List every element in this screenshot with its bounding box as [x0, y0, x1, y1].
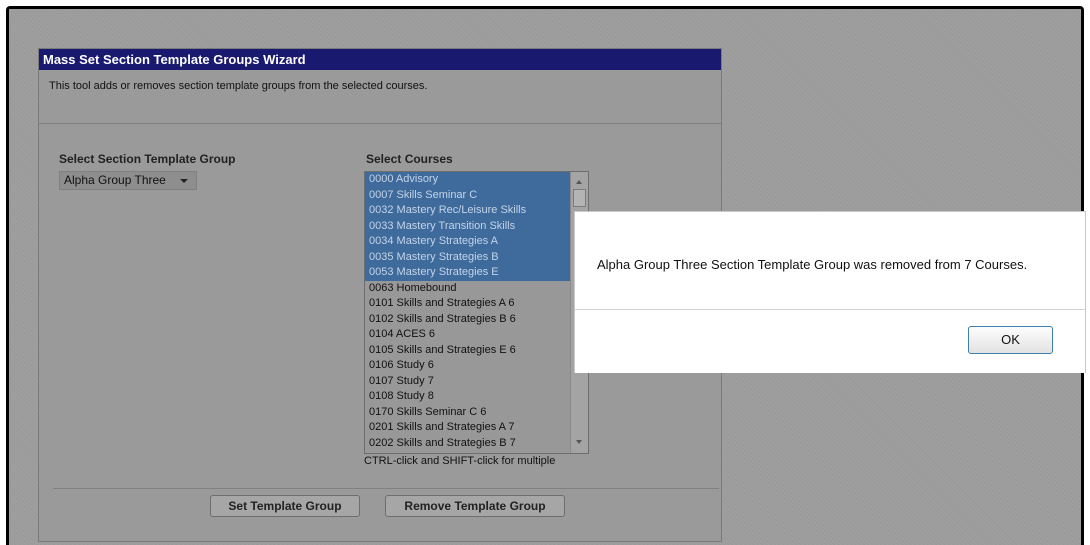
course-option[interactable]: 0104 ACES 6	[365, 327, 572, 343]
course-option[interactable]: 0000 Advisory	[365, 172, 572, 188]
confirmation-dialog: Alpha Group Three Section Template Group…	[574, 211, 1086, 373]
wizard-title: Mass Set Section Template Groups Wizard	[39, 49, 721, 70]
template-group-label: Select Section Template Group	[59, 152, 236, 166]
course-option[interactable]: 0107 Study 7	[365, 374, 572, 390]
course-option[interactable]: 0102 Skills and Strategies B 6	[365, 312, 572, 328]
scroll-up-icon[interactable]	[576, 180, 582, 184]
dialog-footer: OK	[575, 310, 1085, 373]
course-option[interactable]: 0170 Skills Seminar C 6	[365, 405, 572, 421]
template-group-value: Alpha Group Three	[64, 173, 166, 187]
scroll-down-icon[interactable]	[576, 440, 582, 444]
ok-button[interactable]: OK	[968, 326, 1053, 354]
set-template-group-button[interactable]: Set Template Group	[210, 495, 360, 517]
dialog-message: Alpha Group Three Section Template Group…	[575, 212, 1085, 310]
template-group-select[interactable]: Alpha Group Three	[59, 171, 197, 190]
course-option[interactable]: 0106 Study 6	[365, 358, 572, 374]
course-option[interactable]: 0105 Skills and Strategies E 6	[365, 343, 572, 359]
scroll-thumb[interactable]	[573, 189, 586, 207]
course-option[interactable]: 0032 Mastery Rec/Leisure Skills	[365, 203, 572, 219]
courses-label: Select Courses	[366, 152, 453, 166]
course-option[interactable]: 0202 Skills and Strategies B 7	[365, 436, 572, 452]
course-option[interactable]: 0063 Homebound	[365, 281, 572, 297]
courses-list: 0000 Advisory 0007 Skills Seminar C 0032 M…	[365, 172, 572, 451]
course-option[interactable]: 0201 Skills and Strategies A 7	[365, 420, 572, 436]
courses-listbox[interactable]: 0000 Advisory 0007 Skills Seminar C 0032 M…	[364, 171, 589, 454]
divider	[53, 488, 719, 489]
remove-template-group-button[interactable]: Remove Template Group	[385, 495, 565, 517]
wizard-description: This tool adds or removes section templa…	[39, 70, 721, 124]
course-option[interactable]: 0101 Skills and Strategies A 6	[365, 296, 572, 312]
course-option[interactable]: 0108 Study 8	[365, 389, 572, 405]
course-option[interactable]: 0034 Mastery Strategies A	[365, 234, 572, 250]
multi-select-hint: CTRL-click and SHIFT-click for multiple	[364, 455, 556, 467]
course-option[interactable]: 0007 Skills Seminar C	[365, 187, 572, 203]
course-option[interactable]: 0033 Mastery Transition Skills	[365, 218, 572, 234]
course-option[interactable]: 0053 Mastery Strategies E	[365, 265, 572, 281]
chevron-down-icon	[180, 179, 188, 183]
course-option[interactable]: 0035 Mastery Strategies B	[365, 249, 572, 265]
